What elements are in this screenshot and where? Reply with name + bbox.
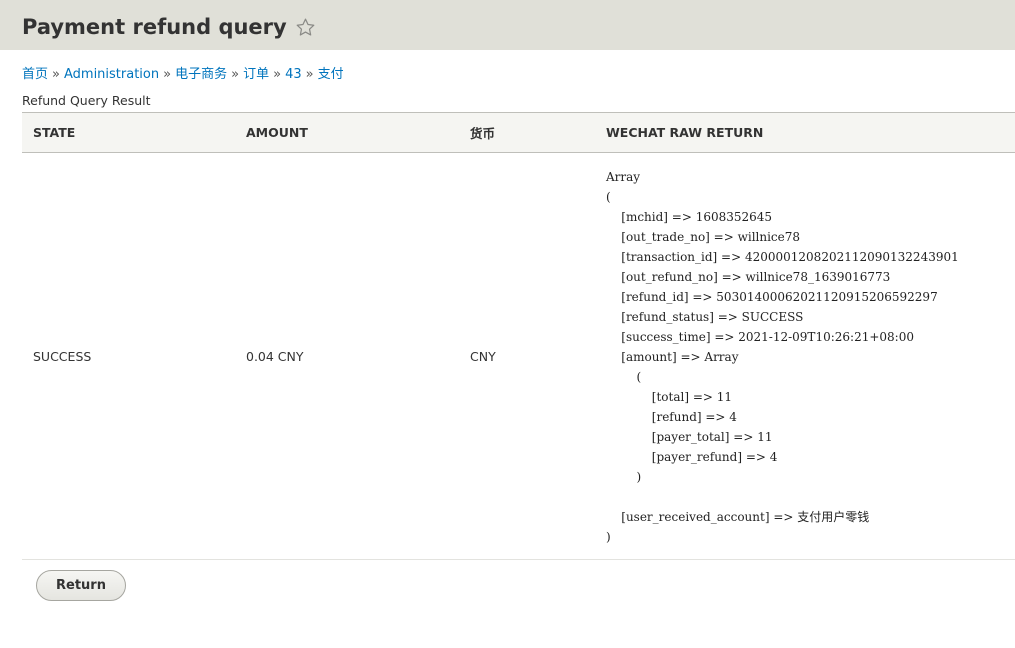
column-header-amount: AMOUNT xyxy=(235,112,459,153)
breadcrumb: 首页» Administration» 电子商务» 订单» 43» 支付 xyxy=(22,66,1015,84)
breadcrumb-commerce[interactable]: 电子商务 xyxy=(175,67,227,82)
breadcrumb-orders[interactable]: 订单 xyxy=(243,67,269,82)
cell-currency: CNY xyxy=(459,152,595,560)
return-button[interactable]: Return xyxy=(36,570,126,601)
breadcrumb-payment[interactable]: 支付 xyxy=(318,67,344,82)
result-caption: Refund Query Result xyxy=(22,93,151,108)
breadcrumb-administration[interactable]: Administration xyxy=(64,67,159,82)
refund-result-table: STATE AMOUNT 货币 WECHAT RAW RETURN SUCCES… xyxy=(22,112,1015,560)
cell-state: SUCCESS xyxy=(22,152,235,560)
cell-amount: 0.04 CNY xyxy=(235,152,459,560)
column-header-state: STATE xyxy=(22,112,235,153)
star-outline-icon[interactable] xyxy=(295,17,316,38)
table-row: SUCCESS 0.04 CNY CNY Array ( [mchid] => … xyxy=(22,152,1015,560)
breadcrumb-separator: » xyxy=(52,67,60,82)
breadcrumb-order-43[interactable]: 43 xyxy=(285,67,302,82)
page-header: Payment refund query xyxy=(0,0,1015,50)
breadcrumb-home[interactable]: 首页 xyxy=(22,67,48,82)
column-header-raw-return: WECHAT RAW RETURN xyxy=(595,112,1015,153)
form-actions: Return xyxy=(36,570,1015,601)
page-title: Payment refund query xyxy=(22,15,287,39)
cell-raw-return: Array ( [mchid] => 1608352645 [out_trade… xyxy=(595,152,1015,560)
column-header-currency: 货币 xyxy=(459,112,595,153)
breadcrumb-separator: » xyxy=(305,67,314,82)
breadcrumb-separator: » xyxy=(273,67,282,82)
table-header-row: STATE AMOUNT 货币 WECHAT RAW RETURN xyxy=(22,112,1015,153)
raw-return-text: Array ( [mchid] => 1608352645 [out_trade… xyxy=(606,170,959,544)
breadcrumb-separator: » xyxy=(163,67,172,82)
breadcrumb-separator: » xyxy=(231,67,240,82)
